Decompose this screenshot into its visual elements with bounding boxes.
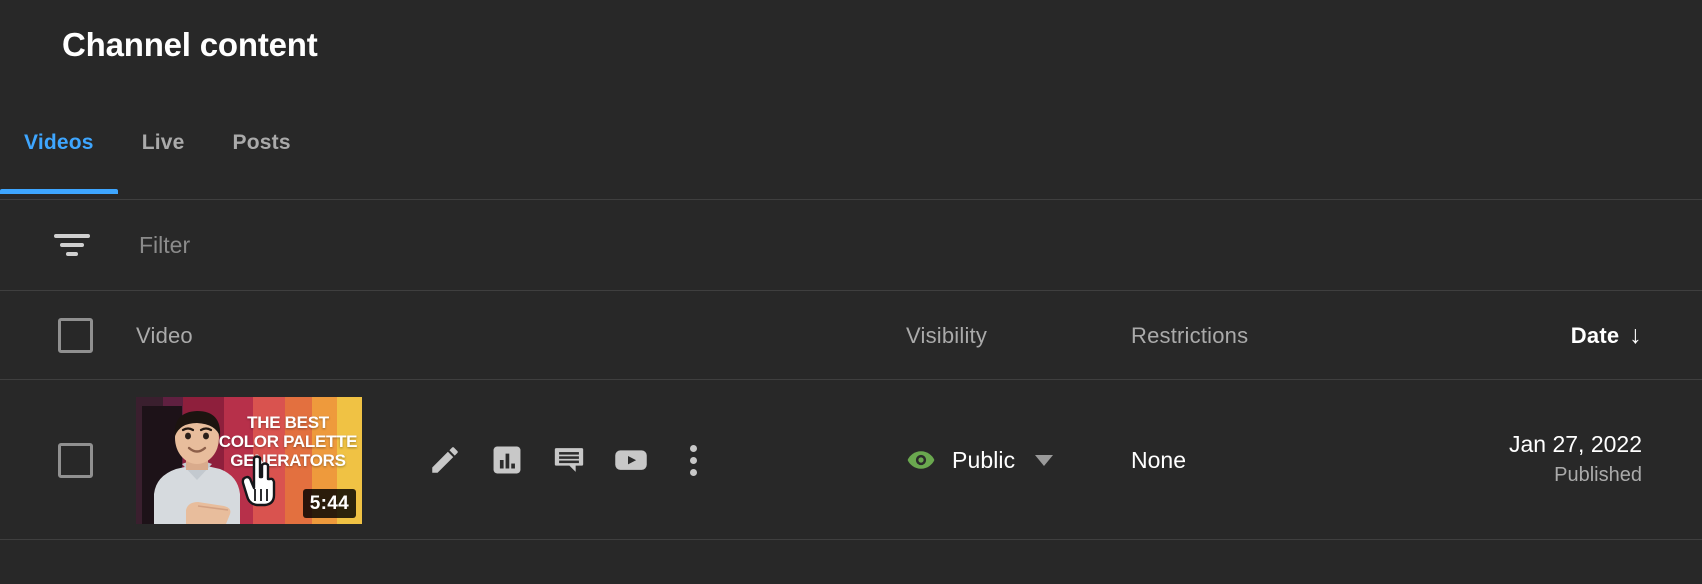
row-video-cell: THE BEST COLOR PALETTE GENERATORS 5:44 (136, 396, 906, 524)
more-options-icon[interactable] (662, 429, 724, 491)
select-all-checkbox[interactable] (58, 318, 93, 353)
date-status: Published (1554, 464, 1642, 487)
edit-icon[interactable] (414, 429, 476, 491)
tab-videos-label: Videos (24, 131, 94, 154)
filter-input[interactable] (139, 225, 639, 265)
video-duration-badge: 5:44 (302, 488, 356, 518)
column-header-visibility-label: Visibility (906, 322, 988, 348)
tab-posts[interactable]: Posts (209, 124, 315, 194)
date-value: Jan 27, 2022 (1508, 430, 1642, 457)
thumbnail-title-text: THE BEST COLOR PALETTE GENERATORS (218, 413, 358, 470)
youtube-play-icon[interactable] (600, 429, 662, 491)
column-header-video[interactable]: Video (136, 323, 906, 349)
row-date-cell: Jan 27, 2022 Published (1366, 430, 1702, 491)
analytics-icon[interactable] (476, 429, 538, 491)
page-title: Channel content (62, 26, 318, 63)
visibility-label: Public (952, 446, 1016, 473)
sort-descending-icon: ↓ (1629, 321, 1642, 349)
comments-bubble-glyph (554, 448, 584, 472)
restrictions-label: None (1131, 446, 1186, 473)
column-header-date[interactable]: Date ↓ (1366, 323, 1702, 349)
row-visibility-cell: Public (906, 445, 1131, 475)
comments-icon[interactable] (538, 429, 600, 491)
youtube-play-glyph (615, 450, 647, 470)
filter-icon[interactable] (48, 221, 96, 269)
chevron-down-icon (1035, 454, 1054, 466)
tab-live-label: Live (141, 131, 185, 154)
column-header-date-group: Date ↓ (1571, 323, 1642, 349)
channel-content-page: Channel content Videos Live Posts Filter… (0, 0, 1702, 584)
analytics-bar-glyph (493, 446, 521, 474)
table-row: THE BEST COLOR PALETTE GENERATORS 5:44 P… (0, 380, 1702, 540)
row-checkbox[interactable] (58, 442, 93, 478)
video-thumbnail[interactable]: THE BEST COLOR PALETTE GENERATORS 5:44 (136, 396, 362, 524)
edit-pencil-glyph (432, 447, 458, 473)
thumbnail-title-line-3: GENERATORS (230, 450, 346, 470)
filter-bar (0, 200, 1702, 290)
video-row-divider (0, 539, 1702, 540)
tab-posts-label: Posts (232, 131, 291, 154)
row-restrictions-cell: None (1131, 447, 1366, 474)
visibility-dropdown[interactable]: Public (906, 445, 1054, 475)
hand-pointer-icon (241, 454, 276, 506)
tab-live[interactable]: Live (118, 124, 209, 194)
select-all-cell (0, 318, 136, 353)
row-select-cell (0, 442, 136, 478)
column-header-visibility[interactable]: Visibility (906, 323, 1131, 349)
row-actions (414, 429, 724, 491)
column-header-restrictions-label: Restrictions (1131, 322, 1249, 348)
thumbnail-title-line-2: COLOR PALETTE (218, 431, 358, 451)
column-header-video-label: Video (136, 322, 193, 348)
more-options-glyph (689, 444, 697, 476)
column-header-restrictions[interactable]: Restrictions (1131, 323, 1366, 349)
tab-videos[interactable]: Videos (0, 124, 118, 194)
videos-table: Video Visibility Restrictions Date ↓ THE… (0, 291, 1702, 540)
thumbnail-title-line-1: THE BEST (247, 412, 329, 432)
column-header-date-label: Date (1570, 322, 1620, 348)
eye-icon (907, 451, 935, 469)
table-header-row: Video Visibility Restrictions Date ↓ (0, 291, 1702, 380)
filter-icon-glyph (54, 234, 90, 256)
content-tabs: Videos Live Posts (0, 124, 1702, 196)
